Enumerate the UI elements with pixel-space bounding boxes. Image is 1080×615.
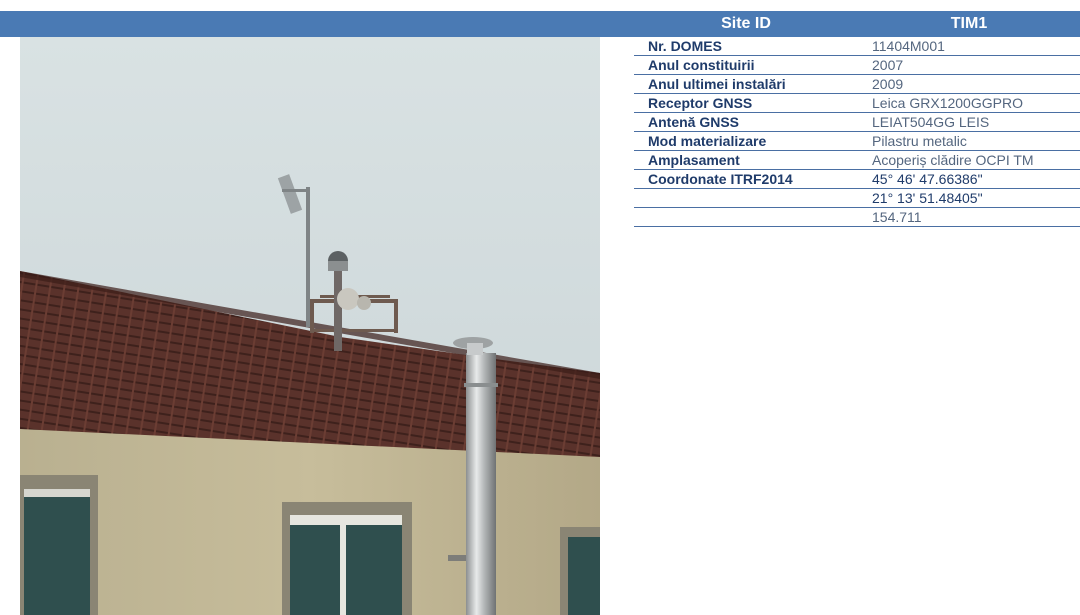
row-label: Anul ultimei instalări [634, 74, 858, 94]
row-label: Anul constituirii [634, 55, 858, 75]
table-row: Receptor GNSS Leica GRX1200GGPRO [634, 93, 1080, 113]
row-label: Coordonate ITRF2014 [634, 169, 858, 189]
row-value: 11404M001 [858, 37, 1080, 56]
row-value: Leica GRX1200GGPRO [858, 93, 1080, 113]
row-value: 154.711 [858, 207, 1080, 227]
row-value: 2007 [858, 55, 1080, 75]
station-photo [20, 37, 600, 615]
row-label: Amplasament [634, 150, 858, 170]
row-value: Acoperiș clădire OCPI TM [858, 150, 1080, 170]
table-row: Mod materializare Pilastru metalic [634, 131, 1080, 151]
row-label [634, 188, 858, 208]
site-id-label: Site ID [634, 11, 858, 37]
table-row: 21° 13' 51.48405" [634, 188, 1080, 208]
table-header-row: Site ID TIM1 [634, 11, 1080, 37]
row-label [634, 207, 858, 227]
table-row: Nr. DOMES 11404M001 [634, 37, 1080, 56]
row-label: Mod materializare [634, 131, 858, 151]
table-row: Coordonate ITRF2014 45° 46' 47.66386" [634, 169, 1080, 189]
row-label: Antenă GNSS [634, 112, 858, 132]
row-label: Receptor GNSS [634, 93, 858, 113]
row-value: 21° 13' 51.48405" [858, 188, 1080, 208]
table-row: Amplasament Acoperiș clădire OCPI TM [634, 150, 1080, 170]
row-value: 2009 [858, 74, 1080, 94]
row-label: Nr. DOMES [634, 37, 858, 56]
row-value: Pilastru metalic [858, 131, 1080, 151]
table-row: Antenă GNSS LEIAT504GG LEIS [634, 112, 1080, 132]
table-row: Anul constituirii 2007 [634, 55, 1080, 75]
table-row: 154.711 [634, 207, 1080, 227]
header-bar [0, 11, 634, 37]
site-info-table: Site ID TIM1 Nr. DOMES 11404M001 Anul co… [634, 11, 1080, 227]
row-value: LEIAT504GG LEIS [858, 112, 1080, 132]
table-row: Anul ultimei instalări 2009 [634, 74, 1080, 94]
site-id-value: TIM1 [858, 11, 1080, 37]
row-value: 45° 46' 47.66386" [858, 169, 1080, 189]
